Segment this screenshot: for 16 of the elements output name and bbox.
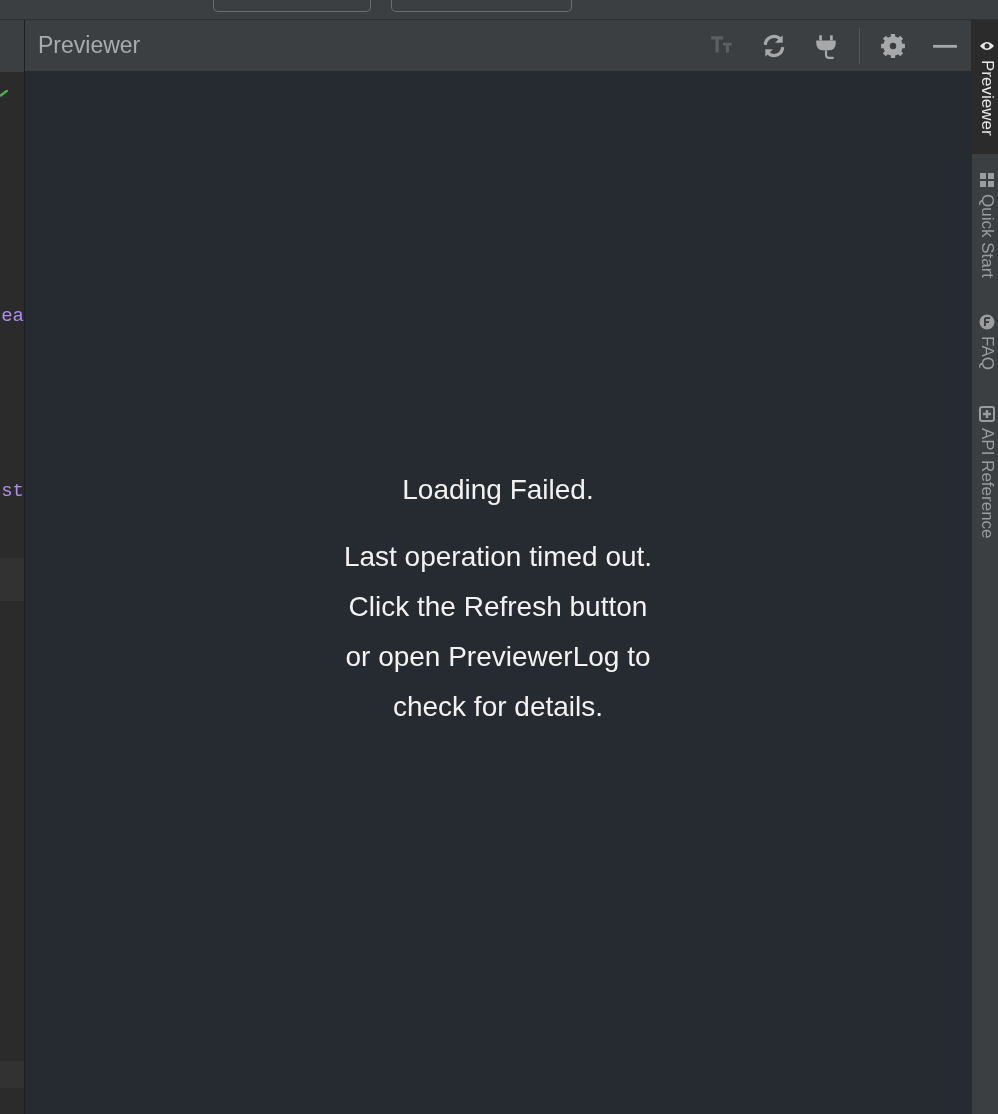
check-icon (0, 90, 8, 98)
side-tab[interactable]: API Reference (972, 387, 998, 557)
grid-icon (978, 171, 995, 188)
side-tab[interactable]: FAQ (972, 295, 998, 388)
message-text: Last operation timed out. Click the Refresh button or open PreviewerLog to check for details. (343, 540, 653, 724)
refresh-icon[interactable] (761, 32, 787, 59)
api-icon (978, 405, 995, 422)
plug-icon[interactable] (813, 32, 839, 59)
panel-title: Previewer (38, 32, 141, 59)
faq-icon (978, 313, 995, 330)
message-title: Loading Failed. (401, 473, 595, 507)
code-text: st (1, 479, 24, 504)
side-tab[interactable]: Previewer (972, 20, 998, 154)
settings-icon[interactable] (880, 32, 906, 59)
code-text: ea (1, 304, 24, 329)
side-tab[interactable]: Quick Start (972, 153, 998, 296)
